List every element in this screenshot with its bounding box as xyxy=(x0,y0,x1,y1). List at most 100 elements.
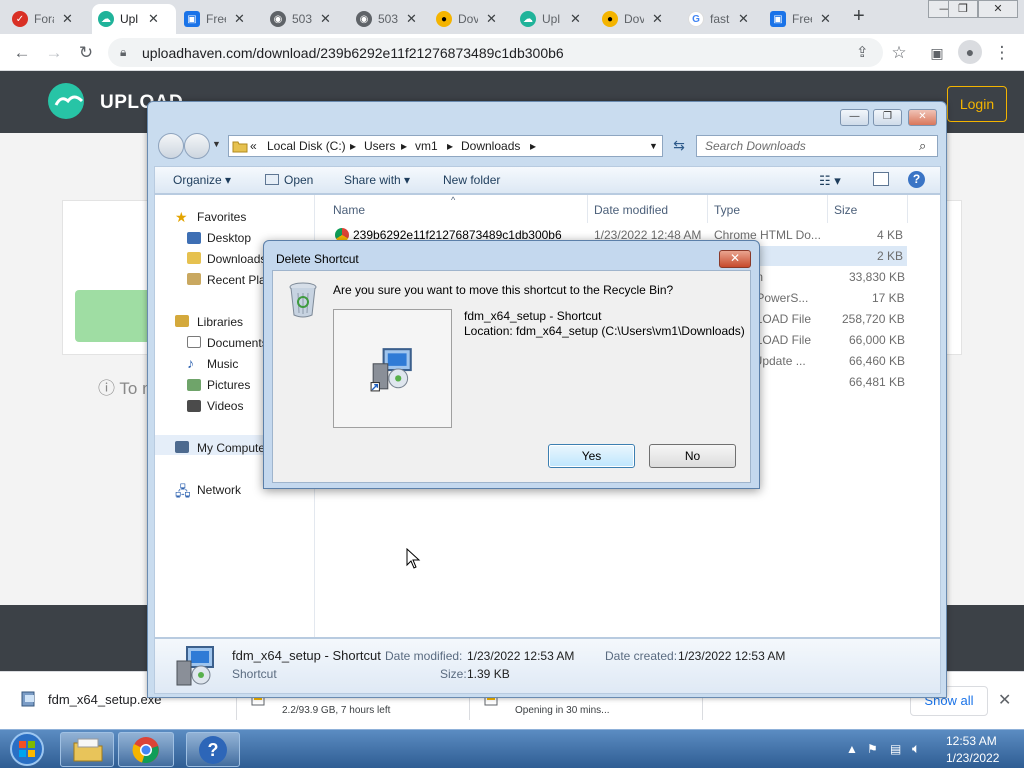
new-tab-button[interactable]: + xyxy=(853,5,865,28)
nav-pictures[interactable]: Pictures xyxy=(207,378,250,392)
organize-button[interactable]: Organize ▾ xyxy=(173,173,231,187)
nav-downloads[interactable]: Downloads xyxy=(207,252,266,266)
close-icon[interactable]: ✕ xyxy=(570,11,581,27)
column-separator[interactable] xyxy=(707,195,708,223)
address-bar[interactable]: « Local Disk (C:) ▸ Users ▸ vm1 ▸ Downlo… xyxy=(228,135,663,157)
no-button[interactable]: No xyxy=(649,444,736,468)
nav-libraries[interactable]: Libraries xyxy=(197,315,243,329)
network-icon[interactable]: ▤ xyxy=(890,742,901,756)
show-hidden-icons-icon[interactable]: ▲ xyxy=(846,742,858,756)
back-arrow-icon[interactable]: ← xyxy=(11,42,33,64)
close-downloads-bar-icon[interactable]: ✕ xyxy=(998,690,1011,710)
column-separator[interactable] xyxy=(587,195,588,223)
close-icon[interactable]: ✕ xyxy=(320,11,331,27)
open-button[interactable]: Open xyxy=(265,173,313,187)
close-icon[interactable]: ✕ xyxy=(406,11,417,27)
column-size[interactable]: Size xyxy=(834,203,857,217)
close-button[interactable]: ✕ xyxy=(908,109,937,126)
share-icon[interactable]: ⇪ xyxy=(856,43,869,61)
yes-button[interactable]: Yes xyxy=(548,444,635,468)
start-button-windows-icon[interactable] xyxy=(4,731,50,767)
download-button[interactable] xyxy=(75,290,155,342)
taskbar-file-explorer[interactable] xyxy=(60,732,114,767)
nav-favorites[interactable]: Favorites xyxy=(197,210,246,224)
nav-videos[interactable]: Videos xyxy=(207,399,243,413)
tab-google-fast[interactable]: G fast ✕ xyxy=(682,4,766,34)
breadcrumb-local-disk[interactable]: Local Disk (C:) xyxy=(267,139,346,153)
breadcrumb-vm1[interactable]: vm1 xyxy=(415,139,438,153)
sidepanel-icon[interactable]: ▣ xyxy=(926,42,948,64)
maximize-button[interactable]: ❐ xyxy=(873,109,902,126)
tab-uploadhaven-active[interactable]: ☁ Upl ✕ xyxy=(92,4,176,34)
preview-pane-icon[interactable] xyxy=(873,172,889,186)
clock-date[interactable]: 1/23/2022 xyxy=(946,751,999,765)
dialog-close-button[interactable]: ✕ xyxy=(719,250,751,268)
search-input[interactable]: Search Downloads ⌕ xyxy=(696,135,938,157)
nav-recent-places[interactable]: Recent Plac xyxy=(207,273,272,287)
back-button[interactable] xyxy=(158,133,184,159)
address-dropdown-icon[interactable]: ▼ xyxy=(649,141,658,151)
lock-icon[interactable]: 🔒︎ xyxy=(120,45,126,60)
maximize-button[interactable]: ❐ xyxy=(948,0,978,18)
column-separator[interactable] xyxy=(827,195,828,223)
recent-pages-dropdown-icon[interactable]: ▼ xyxy=(212,139,221,149)
nav-music[interactable]: Music xyxy=(207,357,238,371)
uploadhaven-icon: ☁ xyxy=(98,11,114,27)
breadcrumb-downloads[interactable]: Downloads xyxy=(461,139,520,153)
uploadhaven-logo-icon[interactable] xyxy=(46,81,94,121)
music-icon: ♪ xyxy=(187,355,194,371)
close-window-button[interactable]: ✕ xyxy=(978,0,1018,18)
reload-icon[interactable]: ↻ xyxy=(75,42,97,64)
breadcrumb-separator-icon[interactable]: ▸ xyxy=(401,139,407,153)
login-button[interactable]: Login xyxy=(947,86,1007,122)
tab-free[interactable]: ▣ Free ✕ xyxy=(178,4,262,34)
new-folder-button[interactable]: New folder xyxy=(443,173,500,187)
close-icon[interactable]: ✕ xyxy=(148,11,159,27)
refresh-icon[interactable]: ⇆ xyxy=(668,137,690,157)
breadcrumb-separator-icon[interactable]: ▸ xyxy=(530,139,536,153)
forward-arrow-icon[interactable]: → xyxy=(43,42,65,64)
address-bar[interactable]: 🔒︎ uploadhaven.com/download/239b6292e11f… xyxy=(108,38,883,67)
tab-fora[interactable]: ✓ Fora ✕ xyxy=(6,4,90,34)
column-separator[interactable] xyxy=(907,195,908,223)
tab-503-a[interactable]: ◉ 503 ✕ xyxy=(264,4,348,34)
tab-download-b[interactable]: ● Dov ✕ xyxy=(596,4,680,34)
close-icon[interactable]: ✕ xyxy=(486,11,497,27)
minimize-button[interactable]: — xyxy=(840,109,869,126)
tab-uploadhaven[interactable]: ☁ Upl ✕ xyxy=(514,4,598,34)
breadcrumb-users[interactable]: Users xyxy=(364,139,395,153)
tab-503-b[interactable]: ◉ 503 ✕ xyxy=(350,4,434,34)
column-date-modified[interactable]: Date modified xyxy=(594,203,668,217)
details-size: 1.39 KB xyxy=(467,667,510,681)
column-type[interactable]: Type xyxy=(714,203,740,217)
taskbar-chrome[interactable] xyxy=(118,732,174,767)
view-options-icon[interactable]: ☷ ▾ xyxy=(819,173,841,189)
search-icon[interactable]: ⌕ xyxy=(919,138,926,154)
tab-download-a[interactable]: ● Dov ✕ xyxy=(430,4,514,34)
bookmark-star-icon[interactable]: ☆ xyxy=(888,42,910,64)
breadcrumb-separator-icon[interactable]: ▸ xyxy=(447,139,453,153)
profile-avatar-icon[interactable]: ● xyxy=(958,40,982,64)
forward-button[interactable] xyxy=(184,133,210,159)
close-icon[interactable]: ✕ xyxy=(652,11,663,27)
nav-desktop[interactable]: Desktop xyxy=(207,231,251,245)
column-name[interactable]: Name xyxy=(333,203,365,217)
nav-network[interactable]: Network xyxy=(197,483,241,497)
clock-time[interactable]: 12:53 AM xyxy=(946,734,997,748)
close-icon[interactable]: ✕ xyxy=(820,11,831,27)
nav-my-computer[interactable]: My Compute xyxy=(197,441,265,455)
close-icon[interactable]: ✕ xyxy=(738,11,749,27)
nav-documents[interactable]: Documents xyxy=(207,336,268,350)
tab-free-b[interactable]: ▣ Free ✕ xyxy=(764,4,848,34)
breadcrumb-separator-icon[interactable]: ▸ xyxy=(350,139,356,153)
close-icon[interactable]: ✕ xyxy=(234,11,245,27)
taskbar-help[interactable]: ? xyxy=(186,732,240,767)
volume-icon[interactable]: 🔈︎ xyxy=(912,740,920,757)
close-icon[interactable]: ✕ xyxy=(62,11,73,27)
action-center-flag-icon[interactable]: ⚑ xyxy=(867,742,878,756)
menu-kebab-icon[interactable]: ⋮ xyxy=(991,42,1013,64)
share-with-button[interactable]: Share with ▾ xyxy=(344,173,410,187)
url-text[interactable]: uploadhaven.com/download/239b6292e11f212… xyxy=(142,45,564,61)
help-icon[interactable]: ? xyxy=(908,171,925,188)
breadcrumb-overflow[interactable]: « xyxy=(250,139,257,153)
